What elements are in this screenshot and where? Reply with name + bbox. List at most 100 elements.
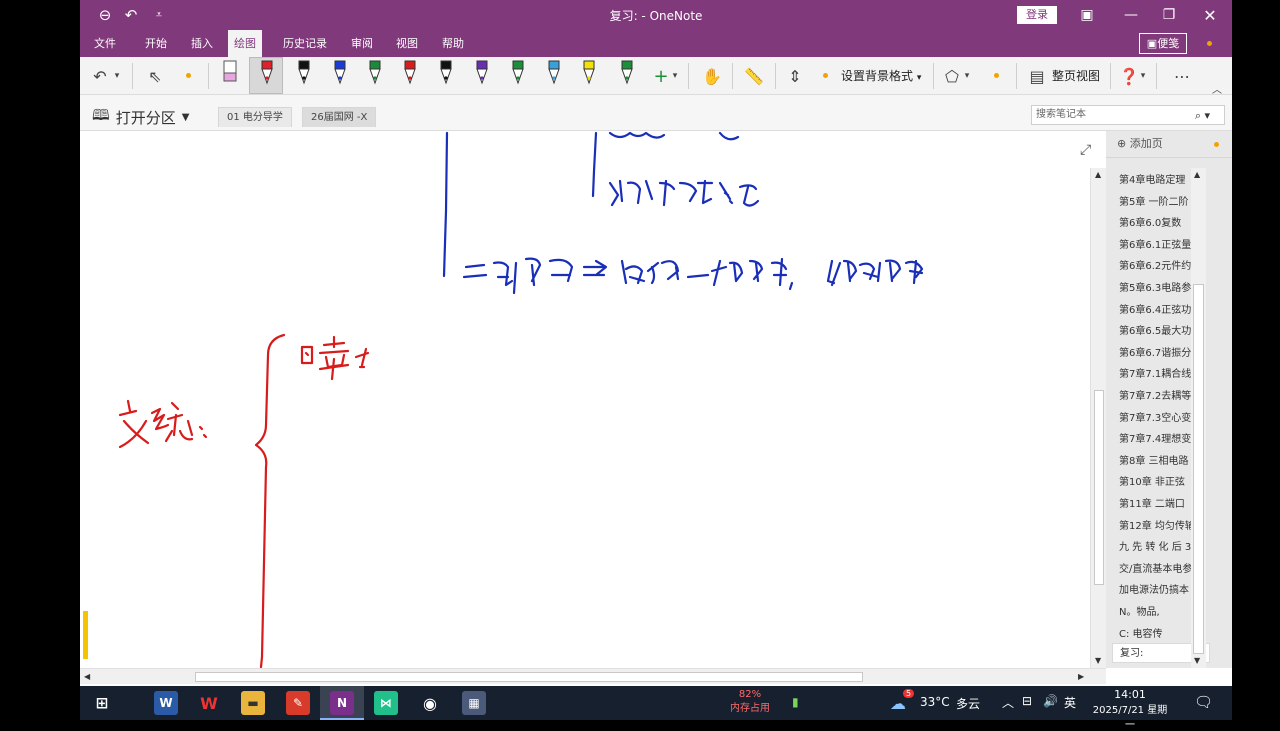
page-marker [83, 611, 88, 659]
menu-help[interactable]: 帮助 [436, 30, 470, 57]
expand-icon[interactable]: ⤢ [1080, 142, 1091, 158]
file-explorer-icon[interactable]: ▬ [241, 691, 265, 715]
windows-taskbar: ⊞ W W ▬ ✎ N ⋈ ◉ ▦ 82% 内存占用 ▮ ☁ 5 33°C 多云… [80, 686, 1232, 731]
tray-chevron-icon[interactable]: ︿ [1002, 694, 1014, 711]
pen-green2-icon[interactable] [510, 59, 526, 89]
tool-dot [186, 73, 191, 78]
sticky-notes-button[interactable]: ▣便笺 [1139, 33, 1187, 54]
menu-view[interactable]: 视图 [390, 30, 424, 57]
chevron-down-icon: ▼ [181, 112, 190, 123]
pen-black2-icon[interactable] [438, 59, 454, 89]
pen-blue-icon[interactable] [332, 59, 348, 89]
full-page-view-icon[interactable]: ▤ [1026, 63, 1048, 89]
menu-file[interactable]: 文件 [88, 30, 122, 57]
scroll-up-icon[interactable]: ▲ [1095, 170, 1101, 179]
help-icon[interactable]: ❓ [1118, 63, 1140, 89]
temperature: 33°C [920, 695, 950, 709]
search-input[interactable]: 搜索笔记本 ⌕ ▾ [1031, 105, 1225, 125]
undo-icon[interactable]: ↶ [90, 63, 110, 89]
system-clock[interactable]: 14:01 2025/7/21 星期一 [1090, 688, 1170, 731]
separator [1016, 63, 1017, 89]
pen-purple-icon[interactable] [474, 59, 490, 89]
shapes-dropdown-icon[interactable]: ▾ [962, 63, 972, 89]
search-icon[interactable]: ⌕ ▾ [1195, 107, 1210, 125]
full-page-view-label[interactable]: 整页视图 [1052, 67, 1100, 84]
scroll-thumb[interactable] [1094, 390, 1104, 585]
weather-text: 多云 [956, 697, 981, 711]
menu-review[interactable]: 审阅 [345, 30, 379, 57]
separator [688, 63, 689, 89]
eraser-icon[interactable] [222, 59, 238, 89]
pen-green-icon[interactable] [367, 59, 383, 89]
open-sections-button[interactable]: 🕮 打开分区 ▼ [92, 105, 189, 130]
separator [933, 63, 934, 89]
scroll-up-icon[interactable]: ▲ [1194, 170, 1200, 179]
start-icon[interactable]: ⊞ [90, 691, 114, 715]
scroll-thumb[interactable] [195, 672, 863, 682]
notes-app-icon[interactable]: ✎ [286, 691, 310, 715]
section-tab-1[interactable]: 01 电分导学 [218, 107, 292, 127]
separator [1156, 63, 1157, 89]
pen-red2-icon[interactable] [402, 59, 418, 89]
notification-dot [1207, 41, 1212, 46]
pen-lightblue-icon[interactable] [546, 59, 562, 89]
editor-app-icon[interactable]: ⋈ [374, 691, 398, 715]
background-format-button[interactable]: 设置背景格式 ▾ [841, 67, 921, 84]
tool-dot [823, 73, 828, 78]
separator [1110, 63, 1111, 89]
highlighter-yellow-icon[interactable] [581, 59, 597, 89]
scroll-right-icon[interactable]: ▶ [1078, 672, 1084, 681]
undo-dropdown-icon[interactable]: ▾ [110, 63, 124, 89]
scroll-left-icon[interactable]: ◀ [84, 672, 90, 681]
scroll-down-icon[interactable]: ▼ [1095, 656, 1101, 665]
word-app-icon[interactable]: W [154, 691, 178, 715]
add-pen-icon[interactable]: + [652, 63, 670, 89]
ink-drawing [118, 131, 924, 668]
draw-ribbon: ↶ ▾ ⇖ + ▾ ✋ 📏 ⇕ 设置背景格式 ▾ ⬠ ▾ ▤ 整页视图 ❓ ▾ … [80, 57, 1232, 96]
hand-pan-icon[interactable]: ✋ [700, 63, 724, 89]
sticky-icon: ▣ [1146, 37, 1158, 50]
menu-draw[interactable]: 绘图 [228, 30, 262, 57]
volume-icon[interactable]: 🔊 [1043, 694, 1058, 708]
pen-green3-icon[interactable] [619, 59, 635, 89]
weather-badge: 5 [903, 689, 915, 698]
insert-space-icon[interactable]: ⇕ [783, 63, 807, 89]
scroll-down-icon[interactable]: ▼ [1194, 656, 1200, 665]
menu-home[interactable]: 开始 [139, 30, 173, 57]
more-options-icon[interactable]: ⋯ [1170, 63, 1194, 89]
shapes-icon[interactable]: ⬠ [940, 63, 964, 89]
pen-black-icon[interactable] [296, 59, 312, 89]
battery-icon[interactable]: ▮ [792, 695, 799, 709]
page-list: ⊕ 添加页 第4章电路定理 第5章 一阶二阶 第6章6.0复数 第6章6.1正弦… [1106, 131, 1232, 668]
maximize-button[interactable]: ❐ [1147, 0, 1191, 30]
add-pen-dropdown-icon[interactable]: ▾ [670, 63, 680, 89]
obs-app-icon[interactable]: ◉ [418, 691, 442, 715]
login-button[interactable]: 登录 [1017, 6, 1057, 24]
separator [208, 63, 209, 89]
note-canvas[interactable] [80, 131, 1090, 668]
scroll-thumb[interactable] [1193, 284, 1204, 654]
menu-history[interactable]: 历史记录 [277, 30, 333, 57]
menu-insert[interactable]: 插入 [185, 30, 219, 57]
notebook-icon: 🕮 [92, 106, 110, 124]
ribbon-display-icon[interactable]: ▣ [1065, 0, 1109, 30]
notification-center-icon[interactable]: 🗨 [1194, 693, 1213, 711]
memory-usage[interactable]: 82% 内存占用 [720, 688, 780, 716]
section-tab-2[interactable]: 26届国网 -X [302, 107, 377, 127]
onenote-app-icon[interactable]: N [330, 691, 354, 715]
wps-app-icon[interactable]: W [197, 691, 221, 715]
ruler-icon[interactable]: 📏 [742, 63, 766, 89]
help-dropdown-icon[interactable]: ▾ [1138, 63, 1148, 89]
select-arrow-icon[interactable]: ⇖ [145, 63, 165, 89]
separator [132, 63, 133, 89]
separator [775, 63, 776, 89]
section-nav-bar: 🕮 打开分区 ▼ 01 电分导学 26届国网 -X 搜索笔记本 ⌕ ▾ [80, 95, 1232, 131]
close-button[interactable]: ✕ [1188, 0, 1232, 30]
calculator-app-icon[interactable]: ▦ [462, 691, 486, 715]
pen-red-icon[interactable] [259, 59, 275, 89]
network-icon[interactable]: ⊟ [1022, 694, 1032, 708]
canvas-horizontal-scrollbar[interactable]: ◀ ▶ [80, 668, 1106, 684]
ime-indicator[interactable]: 英 [1064, 694, 1076, 711]
canvas-vertical-scrollbar[interactable]: ▲ ▼ [1090, 168, 1106, 668]
page-list-scrollbar[interactable]: ▲ ▼ [1191, 168, 1206, 668]
